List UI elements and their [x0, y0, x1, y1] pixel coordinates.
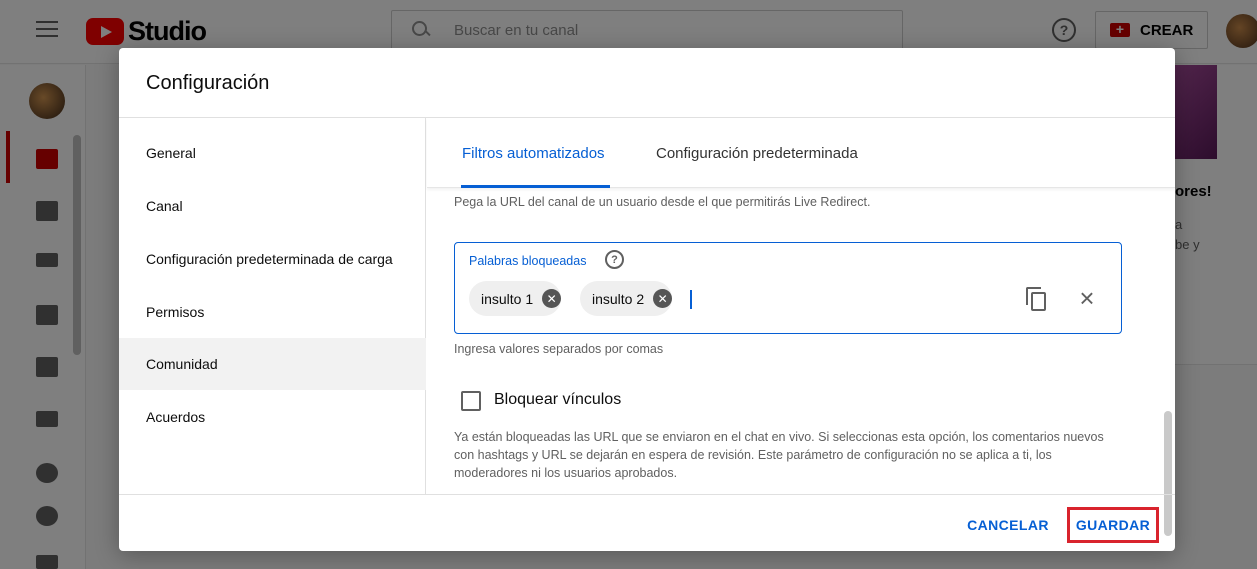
nav-item-agreements[interactable]: Acuerdos: [119, 391, 426, 443]
block-links-checkbox[interactable]: [461, 391, 481, 411]
dialog-title: Configuración: [146, 72, 270, 94]
remove-chip-icon[interactable]: ✕: [653, 289, 673, 308]
filters-panel: Pega la URL del canal de un usuario desd…: [427, 189, 1175, 536]
live-redirect-hint: Pega la URL del canal de un usuario desd…: [454, 195, 871, 209]
save-button[interactable]: GUARDAR: [1067, 507, 1159, 543]
content-scrollbar[interactable]: [1164, 411, 1172, 536]
nav-item-permissions[interactable]: Permisos: [119, 286, 426, 338]
blocked-words-label: Palabras bloqueadas: [469, 254, 587, 268]
settings-dialog: Configuración General Canal Configuració…: [119, 48, 1175, 551]
cancel-button[interactable]: CANCELAR: [962, 507, 1054, 543]
nav-item-general[interactable]: General: [119, 127, 426, 179]
tab-automated-filters[interactable]: Filtros automatizados: [462, 118, 605, 188]
nav-item-community[interactable]: Comunidad: [119, 338, 426, 390]
nav-item-upload-defaults[interactable]: Configuración predeterminada de carga: [119, 233, 426, 285]
settings-nav: General Canal Configuración predetermina…: [119, 118, 426, 494]
block-links-description: Ya están bloqueadas las URL que se envia…: [454, 430, 1104, 480]
text-cursor: [690, 290, 692, 309]
clear-icon[interactable]: ×: [1075, 285, 1099, 311]
blocked-word-chip: insulto 1 ✕: [469, 281, 562, 316]
blocked-word-chip: insulto 2 ✕: [580, 281, 673, 316]
chip-label: insulto 2: [592, 290, 645, 307]
blocked-words-hint: Ingresa valores separados por comas: [454, 342, 664, 356]
copy-icon[interactable]: [1026, 287, 1048, 311]
divider: [119, 494, 1175, 495]
active-tab-indicator: [461, 185, 610, 188]
nav-item-channel[interactable]: Canal: [119, 180, 426, 232]
blocked-words-field[interactable]: Palabras bloqueadas ? insulto 1 ✕ insult…: [454, 242, 1122, 334]
chip-label: insulto 1: [481, 290, 534, 307]
tab-bar: Filtros automatizados Configuración pred…: [427, 118, 1175, 188]
remove-chip-icon[interactable]: ✕: [542, 289, 562, 308]
help-icon[interactable]: ?: [605, 250, 624, 269]
tab-default-settings[interactable]: Configuración predeterminada: [656, 118, 858, 188]
block-links-label[interactable]: Bloquear vínculos: [494, 391, 621, 409]
